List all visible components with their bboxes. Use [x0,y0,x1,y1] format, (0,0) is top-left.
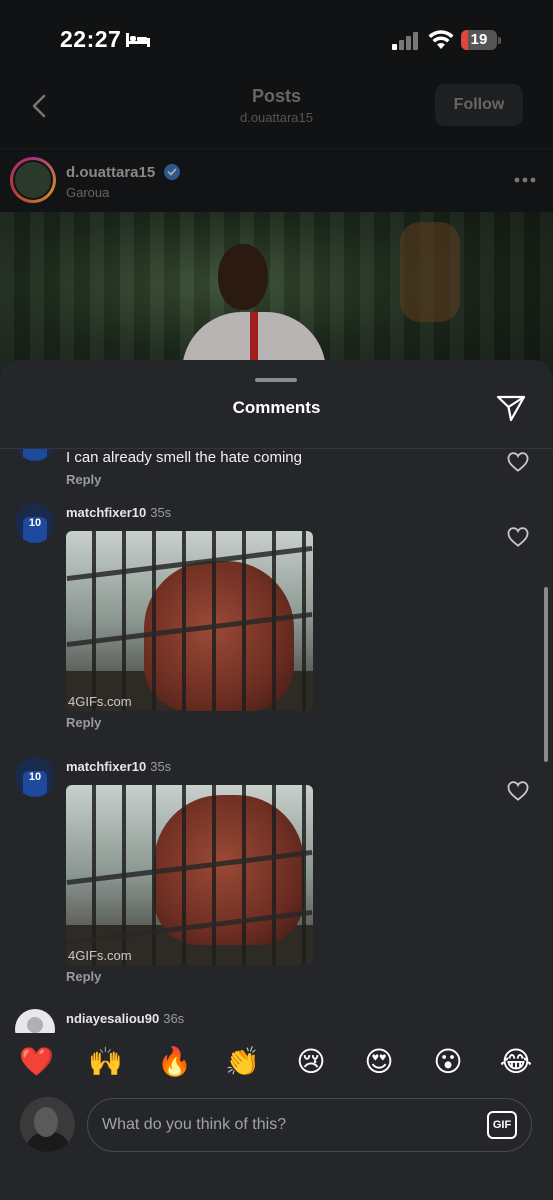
comments-title: Comments [232,398,321,417]
gif-button[interactable]: GIF [487,1111,517,1139]
comments-list[interactable]: I can already smell the hate coming Repl… [0,449,553,1033]
comment-composer: GIF [0,1093,553,1200]
reply-button[interactable]: Reply [66,969,101,984]
cellular-signal-icon [392,32,418,50]
reply-button[interactable]: Reply [66,715,101,730]
scrollbar[interactable] [544,587,548,762]
battery-level: 19 [470,31,488,48]
bed-icon [126,33,150,47]
comments-sheet: Comments I can already smell the hate co… [0,360,553,1200]
reaction-heart[interactable]: ❤️ [19,1045,54,1079]
comment-avatar[interactable]: 10 [15,503,55,543]
current-user-avatar[interactable] [20,1097,75,1152]
avatar-jersey-number: 10 [28,771,42,783]
post-author-avatar[interactable] [10,157,56,203]
reaction-clap[interactable]: 👏 [225,1045,260,1079]
verified-badge-icon [164,164,180,180]
comment-time: 36s [163,1011,185,1026]
avatar-jersey-number: 10 [28,517,42,529]
comment-gif[interactable]: 4GIFs.com [66,785,313,965]
comment-input[interactable] [102,1099,472,1151]
reaction-crying[interactable]: 😢 [294,1045,328,1079]
comment-gif[interactable]: 4GIFs.com [66,531,313,711]
comment-time: 35s [150,759,172,774]
comment-input-wrapper: GIF [87,1098,532,1152]
comment-username[interactable]: matchfixer10 35s [66,505,171,520]
wifi-icon [428,30,454,49]
comment-username[interactable]: matchfixer10 35s [66,759,171,774]
reply-button[interactable]: Reply [66,472,101,487]
status-bar: 22:27 19 [0,0,553,80]
gif-watermark: 4GIFs.com [68,948,132,963]
post-location[interactable]: Garoua [66,185,109,200]
reaction-surprised[interactable]: 😮 [431,1045,465,1079]
battery-icon: 19 [461,30,501,50]
posts-header: Posts d.ouattara15 Follow [0,80,553,148]
comment-avatar[interactable]: 10 [15,757,55,797]
reaction-heart-eyes[interactable]: 😍 [362,1045,396,1079]
post-author-username[interactable]: d.ouattara15 [66,164,155,181]
follow-button[interactable]: Follow [435,84,523,126]
sheet-grabber[interactable] [255,378,297,382]
more-options-icon[interactable] [514,177,536,183]
emoji-reaction-bar: ❤️ 🙌 🔥 👏 😢 😍 😮 😂 [0,1033,553,1093]
post-header: d.ouattara15 Garoua [0,148,553,212]
gif-watermark: 4GIFs.com [68,694,132,709]
heart-icon[interactable] [507,452,529,472]
heart-icon[interactable] [507,781,529,801]
reaction-raised-hands[interactable]: 🙌 [88,1045,123,1079]
share-send-icon[interactable] [496,394,526,422]
reaction-fire[interactable]: 🔥 [157,1045,192,1079]
comment-avatar[interactable] [15,1009,55,1033]
comment-username[interactable]: ndiayesaliou90 36s [66,1011,184,1026]
heart-icon[interactable] [507,527,529,547]
comment-text: I can already smell the hate coming [66,449,302,466]
comment-time: 35s [150,505,172,520]
status-time: 22:27 [60,26,122,52]
reaction-laughing[interactable]: 😂 [499,1045,533,1079]
comment-avatar[interactable] [15,449,55,461]
